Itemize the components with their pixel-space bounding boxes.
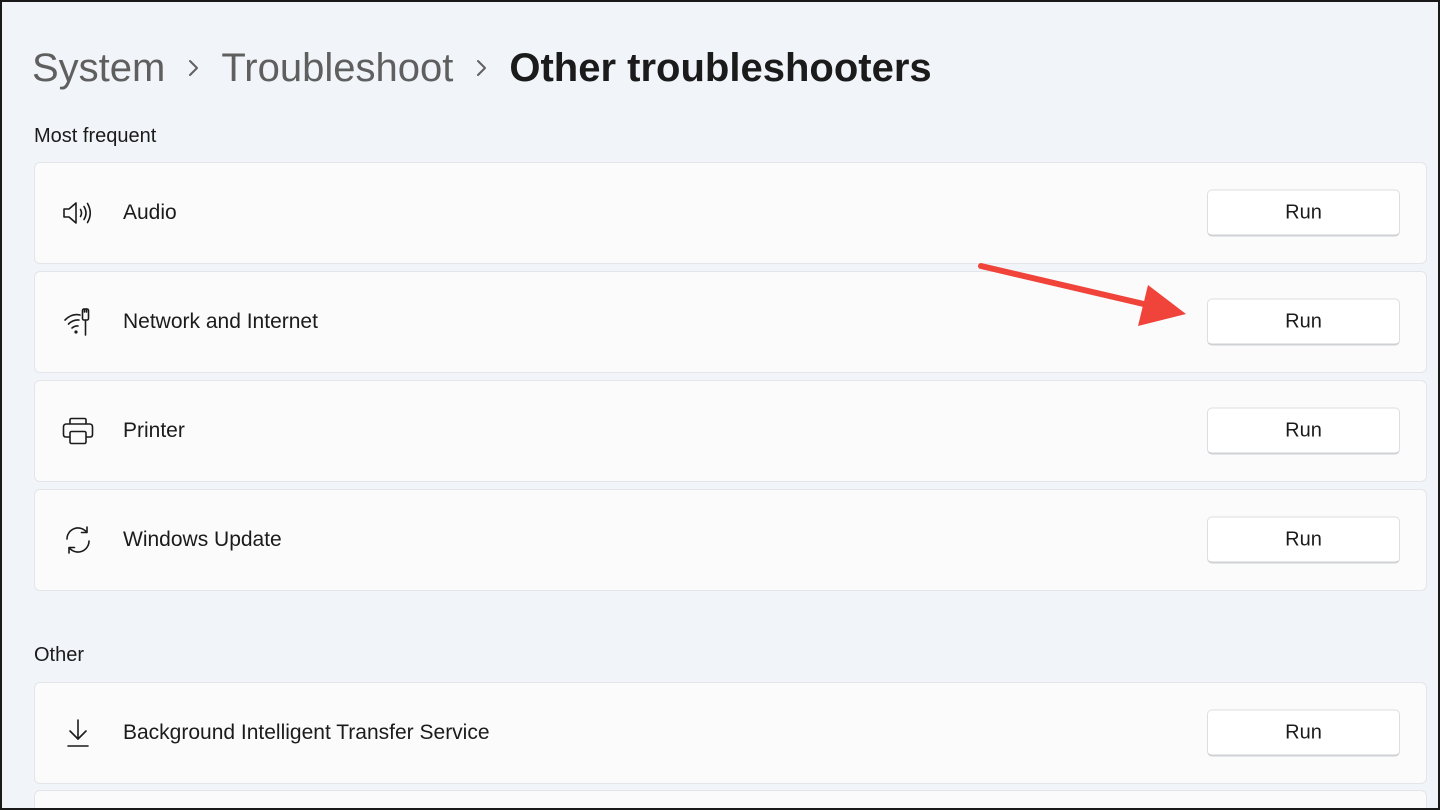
troubleshooter-label: Printer — [123, 419, 185, 442]
section-title-other: Other — [34, 644, 85, 666]
printer-icon — [59, 412, 97, 450]
sync-icon — [59, 521, 97, 559]
run-windows-update-button[interactable]: Run — [1207, 516, 1400, 564]
troubleshooter-windows-update: Windows Update Run — [34, 489, 1427, 591]
chevron-right-icon — [165, 40, 221, 96]
network-icon — [59, 303, 97, 341]
breadcrumb-troubleshoot[interactable]: Troubleshoot — [221, 40, 453, 96]
troubleshooter-label: Network and Internet — [123, 310, 318, 333]
troubleshooter-label: Audio — [123, 201, 177, 224]
run-bits-button[interactable]: Run — [1207, 709, 1400, 757]
troubleshooter-network: Network and Internet Run — [34, 271, 1427, 373]
page-title: Other troubleshooters — [509, 46, 932, 90]
download-icon — [59, 714, 97, 752]
speaker-icon — [59, 194, 97, 232]
breadcrumb: System Troubleshoot Other troubleshooter… — [32, 40, 932, 96]
section-title-most-frequent: Most frequent — [34, 125, 157, 147]
troubleshooter-audio: Audio Run — [34, 162, 1427, 264]
chevron-right-icon — [453, 40, 509, 96]
troubleshooter-bits: Background Intelligent Transfer Service … — [34, 682, 1427, 784]
troubleshooter-printer: Printer Run — [34, 380, 1427, 482]
troubleshooter-next-partial — [34, 790, 1427, 810]
run-audio-button[interactable]: Run — [1207, 189, 1400, 237]
troubleshooter-label: Background Intelligent Transfer Service — [123, 721, 490, 744]
breadcrumb-system[interactable]: System — [32, 40, 165, 96]
run-network-button[interactable]: Run — [1207, 298, 1400, 346]
troubleshooter-label: Windows Update — [123, 528, 282, 551]
run-printer-button[interactable]: Run — [1207, 407, 1400, 455]
